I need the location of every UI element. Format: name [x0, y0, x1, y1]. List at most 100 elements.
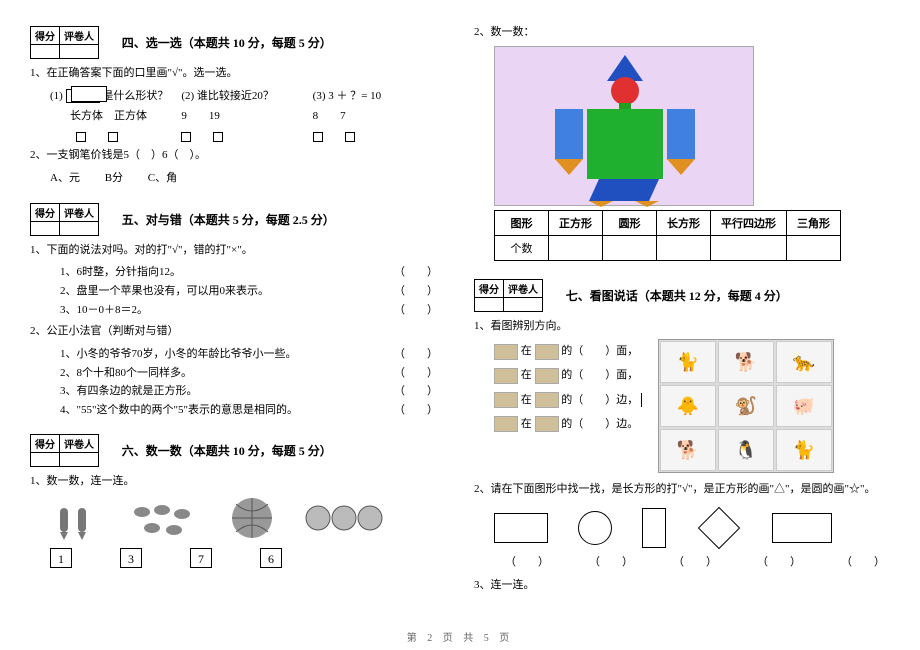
- cat-icon: [494, 344, 518, 360]
- section-4-header: 得分 评卷人 四、选一选（本题共 10 分，每题 5 分）: [30, 26, 444, 59]
- grader-cell[interactable]: [60, 221, 99, 235]
- s5-q1: 1、下面的说法对吗。对的打"√"，错的打"×"。: [30, 242, 444, 260]
- section-5-header: 得分 评卷人 五、对与错（本题共 5 分，每题 2.5 分）: [30, 203, 444, 236]
- checkbox[interactable]: [213, 132, 223, 142]
- answer-cell[interactable]: [603, 235, 657, 260]
- checkbox[interactable]: [108, 132, 118, 142]
- grid-monkey-icon: 🐒: [718, 385, 774, 427]
- answer-cell[interactable]: [549, 235, 603, 260]
- page-footer: 第 2 页 共 5 页: [0, 629, 920, 644]
- rotated-square-icon: [698, 507, 740, 549]
- section-6-header: 得分 评卷人 六、数一数（本题共 10 分，每题 5 分）: [30, 434, 444, 467]
- s7-shapes-row: [494, 507, 890, 549]
- grader-label: 评卷人: [60, 203, 99, 221]
- s7-q3: 3、连一连。: [474, 577, 890, 595]
- grader-cell[interactable]: [60, 452, 99, 466]
- s4-q1-checkboxes: [50, 127, 444, 143]
- th-square: 正方形: [549, 210, 603, 235]
- section-7-title: 七、看图说话（本题共 12 分，每题 4 分）: [566, 287, 788, 304]
- score-label: 得分: [475, 279, 504, 297]
- score-box-6: 得分 评卷人: [30, 434, 99, 467]
- s7-direction-lines: 在 的（ ）面， 在 的（ ）面， 在 的（ ）边，: [494, 339, 642, 436]
- grader-label: 评卷人: [60, 434, 99, 452]
- s4-q1-subquestions: (1) 是什么形状？ (2) 谁比较接近20？ (3) 3 ＋ ？= 10: [50, 87, 444, 103]
- th-shape: 图形: [495, 210, 549, 235]
- score-cell[interactable]: [31, 45, 60, 59]
- grid-dog-icon: 🐕: [660, 429, 716, 471]
- grid-penguin-icon: 🐧: [718, 429, 774, 471]
- score-cell[interactable]: [31, 221, 60, 235]
- answer-cell[interactable]: [657, 235, 711, 260]
- score-box-7: 得分 评卷人: [474, 279, 543, 312]
- grid-leopard-icon: 🐆: [776, 341, 832, 383]
- s4-q1c: (3) 3 ＋ ？= 10: [313, 87, 444, 103]
- answer-paren[interactable]: （ ）: [500, 553, 554, 569]
- answer-paren[interactable]: （ ）: [752, 553, 806, 569]
- checkbox[interactable]: [345, 132, 355, 142]
- s6-number-boxes: 1 3 7 6: [50, 548, 444, 568]
- score-cell[interactable]: [31, 452, 60, 466]
- grid-chick-icon: 🐥: [660, 385, 716, 427]
- shape-count-table: 图形 正方形 圆形 长方形 平行四边形 三角形 个数: [494, 210, 841, 261]
- tall-rect-icon: [642, 508, 666, 548]
- cuboid-icon: [66, 89, 100, 103]
- number-box[interactable]: 1: [50, 548, 72, 568]
- section-7-header: 得分 评卷人 七、看图说话（本题共 12 分，每题 4 分）: [474, 279, 890, 312]
- grid-pig-icon: 🐖: [776, 385, 832, 427]
- s4-q2: 2、一支钢笔价钱是5（ ）6（ ）。: [30, 147, 444, 165]
- score-box-4: 得分 评卷人: [30, 26, 99, 59]
- grid-dog2-icon: 🐕: [718, 341, 774, 383]
- opt-a2: 正方体: [114, 110, 147, 122]
- section-6-title: 六、数一数（本题共 10 分，每题 5 分）: [122, 442, 332, 459]
- chick-icon: [494, 392, 518, 408]
- dog-icon: [494, 416, 518, 432]
- monkey-icon: [535, 344, 559, 360]
- number-box[interactable]: 6: [260, 548, 282, 568]
- grid-cat-icon: 🐈: [660, 341, 716, 383]
- s5-l4: 1、小冬的爷爷70岁，小冬的年龄比爷爷小一些。（ ）: [60, 345, 444, 364]
- opt-b1: 9: [181, 110, 187, 122]
- score-cell[interactable]: [475, 297, 504, 311]
- cursor-icon: [641, 393, 642, 407]
- number-box[interactable]: 7: [190, 548, 212, 568]
- section-4-title: 四、选一选（本题共 10 分，每题 5 分）: [122, 34, 332, 51]
- answer-cell[interactable]: [711, 235, 787, 260]
- answer-cell[interactable]: [787, 235, 841, 260]
- th-circle: 圆形: [603, 210, 657, 235]
- score-label: 得分: [31, 203, 60, 221]
- opt-a1: 长方体: [70, 110, 103, 122]
- answer-paren[interactable]: （ ）: [836, 553, 890, 569]
- answer-paren[interactable]: （ ）: [584, 553, 638, 569]
- section-5-title: 五、对与错（本题共 5 分，每题 2.5 分）: [122, 211, 335, 228]
- number-box[interactable]: 3: [120, 548, 142, 568]
- s6-pictures-row: [50, 496, 444, 540]
- answer-paren[interactable]: （ ）: [668, 553, 722, 569]
- s4-q2-options: A、元 B分 C、角: [50, 169, 444, 185]
- score-label: 得分: [31, 434, 60, 452]
- dir-line-4: 在 的（ ）边。: [494, 412, 642, 436]
- s4-q2b: B分: [105, 172, 123, 184]
- opt-c1: 8: [313, 110, 319, 122]
- flies-icon: [130, 500, 200, 540]
- score-label: 得分: [31, 27, 60, 45]
- opt-c2: 7: [340, 110, 346, 122]
- circle-icon: [578, 511, 612, 545]
- dir-line-3: 在 的（ ）边，: [494, 388, 642, 412]
- grader-cell[interactable]: [60, 45, 99, 59]
- s4-q1b: (2) 谁比较接近20？: [181, 87, 312, 103]
- grader-cell[interactable]: [504, 297, 543, 311]
- checkbox[interactable]: [76, 132, 86, 142]
- dir-line-1: 在 的（ ）面，: [494, 339, 642, 363]
- checkbox[interactable]: [313, 132, 323, 142]
- s5-q2: 2、公正小法官（判断对与错）: [30, 323, 444, 341]
- checkbox[interactable]: [181, 132, 191, 142]
- th-para: 平行四边形: [711, 210, 787, 235]
- s5-l2: 2、盘里一个苹果也没有，可以用0来表示。（ ）: [60, 282, 444, 301]
- s4-q1: 1、在正确答案下面的口里画"√"。选一选。: [30, 65, 444, 83]
- rectangle-icon: [494, 513, 548, 543]
- s4-q1a-label: (1): [50, 90, 63, 102]
- robot-shapes-icon: [495, 47, 755, 207]
- grid-cat2-icon: 🐈: [776, 429, 832, 471]
- s4-q2c: C、角: [148, 172, 177, 184]
- s7-direction-block: 在 的（ ）面， 在 的（ ）面， 在 的（ ）边，: [474, 339, 890, 473]
